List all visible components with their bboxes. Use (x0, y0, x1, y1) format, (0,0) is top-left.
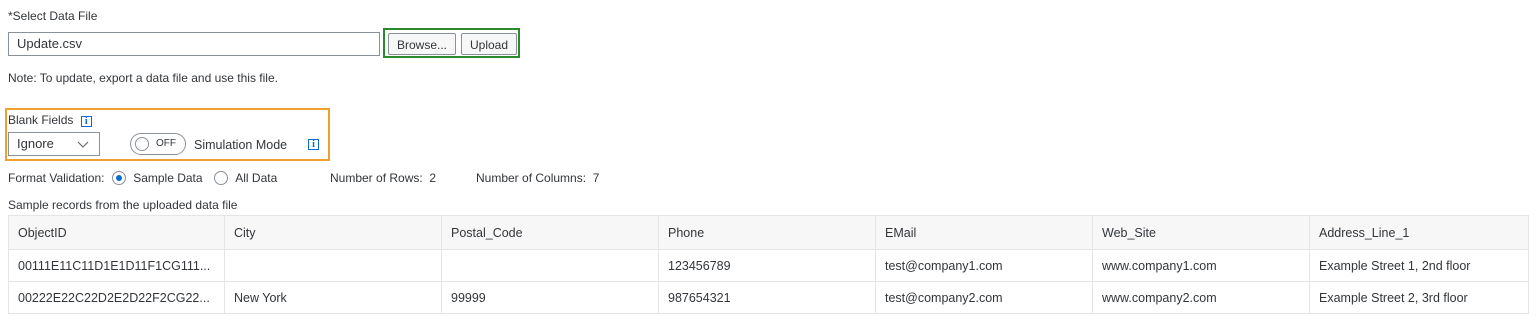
chevron-down-icon (77, 141, 89, 148)
blank-fields-text: Blank Fields (8, 113, 74, 127)
table-row[interactable]: 00111E11C11D1E1D11F1CG111... 123456789 t… (8, 249, 1529, 282)
select-data-file-label: *Select Data File (8, 9, 98, 23)
table-cell: 00111E11C11D1E1D11F1CG111... (8, 249, 225, 282)
table-row[interactable]: 00222E22C22D2E2D22F2CG22... New York 999… (8, 281, 1529, 314)
blank-fields-select[interactable]: Ignore (8, 132, 100, 156)
table-caption: Sample records from the uploaded data fi… (8, 198, 238, 212)
table-cell: 123456789 (658, 249, 876, 282)
sample-data-label: Sample Data (133, 171, 203, 185)
table-cell (224, 249, 442, 282)
upload-button[interactable]: Upload (461, 33, 517, 55)
table-cell (441, 249, 659, 282)
number-of-rows: Number of Rows: 2 (330, 171, 437, 185)
table-cell: 987654321 (658, 281, 876, 314)
table-cell: test@company2.com (875, 281, 1093, 314)
upload-button-group: Browse... Upload (383, 28, 520, 58)
blank-fields-info-icon[interactable]: i (80, 116, 92, 127)
table-cell: New York (224, 281, 442, 314)
column-header[interactable]: City (224, 215, 442, 250)
table-cell: Example Street 1, 2nd floor (1309, 249, 1529, 282)
simulation-mode-label: Simulation Mode (194, 138, 288, 152)
table-cell: Example Street 2, 3rd floor (1309, 281, 1529, 314)
update-note: Note: To update, export a data file and … (8, 71, 278, 85)
table-cell: 00222E22C22D2E2D22F2CG22... (8, 281, 225, 314)
radio-all-data[interactable] (213, 171, 228, 185)
column-header[interactable]: EMail (875, 215, 1093, 250)
sample-records-table: ObjectID City Postal_Code Phone EMail We… (8, 215, 1529, 314)
table-cell: 99999 (441, 281, 659, 314)
column-header[interactable]: ObjectID (8, 215, 225, 250)
column-header[interactable]: Address_Line_1 (1309, 215, 1529, 250)
table-cell: www.company1.com (1092, 249, 1310, 282)
all-data-label: All Data (235, 171, 278, 185)
switch-knob (135, 137, 149, 151)
format-validation-row: Format Validation: Sample Data All Data (8, 171, 277, 185)
data-file-input[interactable]: Update.csv (8, 32, 380, 56)
format-validation-label: Format Validation: (8, 171, 105, 185)
browse-button[interactable]: Browse... (388, 33, 456, 55)
number-of-columns: Number of Columns: 7 (476, 171, 600, 185)
simulation-mode-switch[interactable]: OFF (130, 133, 186, 155)
column-header[interactable]: Web_Site (1092, 215, 1310, 250)
column-header[interactable]: Phone (658, 215, 876, 250)
blank-fields-value: Ignore (17, 136, 54, 151)
blank-fields-label: Blank Fields i (8, 113, 92, 127)
table-cell: www.company2.com (1092, 281, 1310, 314)
simulation-mode-info-icon[interactable]: i (308, 139, 319, 150)
table-cell: test@company1.com (875, 249, 1093, 282)
table-header-row: ObjectID City Postal_Code Phone EMail We… (8, 215, 1529, 250)
column-header[interactable]: Postal_Code (441, 215, 659, 250)
radio-sample-data[interactable] (111, 171, 126, 185)
switch-state-text: OFF (156, 138, 176, 149)
